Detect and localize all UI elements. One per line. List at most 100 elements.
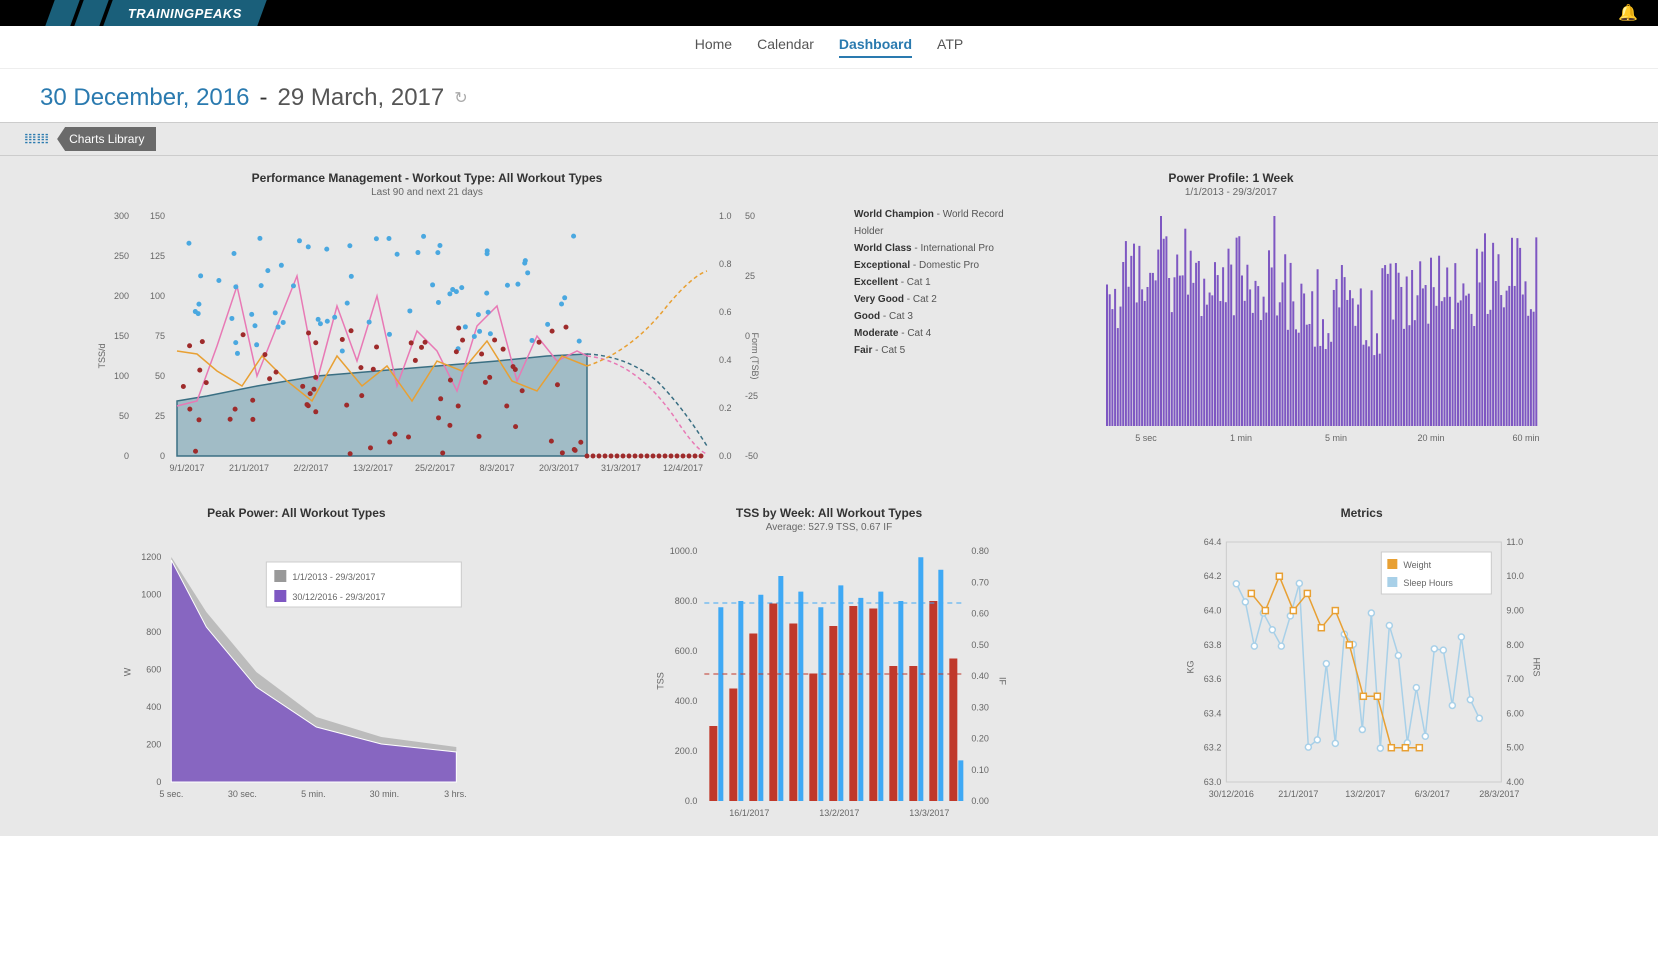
svg-text:-50: -50 [745, 451, 758, 461]
svg-text:21/1/2017: 21/1/2017 [1279, 789, 1319, 799]
svg-text:63.0: 63.0 [1204, 777, 1222, 787]
svg-text:TSS/d: TSS/d [97, 343, 107, 368]
notifications-icon[interactable]: 🔔 [1618, 3, 1638, 23]
chart-view-icon[interactable]: 𝍖𝍖 [24, 131, 49, 147]
date-start[interactable]: 30 December, 2016 [40, 84, 249, 112]
svg-text:800: 800 [146, 627, 161, 637]
svg-text:400.0: 400.0 [674, 696, 697, 706]
logo-text: TRAININGPEAKS [128, 6, 242, 21]
tss-week-panel[interactable]: TSS by Week: All Workout Types Average: … [573, 506, 1086, 821]
dashboard-grid: Performance Management - Workout Type: A… [0, 156, 1658, 836]
svg-text:25: 25 [155, 411, 165, 421]
svg-text:25/2/2017: 25/2/2017 [415, 463, 455, 473]
svg-text:300: 300 [114, 211, 129, 221]
svg-text:30 min.: 30 min. [370, 789, 400, 799]
svg-text:7.00: 7.00 [1507, 674, 1525, 684]
svg-text:0.80: 0.80 [971, 546, 989, 556]
svg-text:20 min: 20 min [1417, 433, 1444, 443]
svg-text:200.0: 200.0 [674, 746, 697, 756]
svg-text:HRS: HRS [1532, 657, 1542, 676]
refresh-icon[interactable]: ↻ [454, 88, 467, 108]
svg-text:63.6: 63.6 [1204, 674, 1222, 684]
svg-text:64.0: 64.0 [1204, 606, 1222, 616]
svg-text:0.70: 0.70 [971, 577, 989, 587]
svg-text:600.0: 600.0 [674, 646, 697, 656]
svg-text:0.40: 0.40 [971, 671, 989, 681]
svg-text:150: 150 [114, 331, 129, 341]
svg-text:13/2/2017: 13/2/2017 [1346, 789, 1386, 799]
svg-text:KG: KG [1186, 660, 1196, 673]
svg-text:100: 100 [114, 371, 129, 381]
svg-text:250: 250 [114, 251, 129, 261]
svg-text:200: 200 [114, 291, 129, 301]
svg-text:TSS: TSS [655, 672, 665, 690]
svg-text:30/12/2016 - 29/3/2017: 30/12/2016 - 29/3/2017 [292, 592, 385, 602]
metrics-title: Metrics [1105, 506, 1618, 520]
svg-text:150: 150 [150, 211, 165, 221]
svg-text:Form (TSB): Form (TSB) [750, 333, 760, 380]
date-range-header: 30 December, 2016 - 29 March, 2017 ↻ [0, 69, 1658, 122]
peakpower-title: Peak Power: All Workout Types [40, 506, 553, 520]
svg-text:1/1/2013 - 29/3/2017: 1/1/2013 - 29/3/2017 [292, 572, 375, 582]
svg-text:0.8: 0.8 [719, 259, 732, 269]
svg-text:6/3/2017: 6/3/2017 [1415, 789, 1450, 799]
svg-text:IF: IF [997, 677, 1007, 686]
pmc-title: Performance Management - Workout Type: A… [40, 171, 814, 185]
logo[interactable]: TRAININGPEAKS [0, 0, 262, 26]
svg-text:5 min: 5 min [1325, 433, 1347, 443]
svg-text:20/3/2017: 20/3/2017 [539, 463, 579, 473]
svg-text:5 sec: 5 sec [1135, 433, 1157, 443]
main-nav: Home Calendar Dashboard ATP [0, 26, 1658, 69]
svg-text:12/4/2017: 12/4/2017 [663, 463, 703, 473]
svg-text:0.6: 0.6 [719, 307, 732, 317]
nav-calendar[interactable]: Calendar [757, 36, 814, 58]
svg-text:50: 50 [155, 371, 165, 381]
svg-text:63.4: 63.4 [1204, 708, 1222, 718]
svg-text:28/3/2017: 28/3/2017 [1480, 789, 1520, 799]
nav-atp[interactable]: ATP [937, 36, 963, 58]
svg-text:0.2: 0.2 [719, 403, 732, 413]
svg-text:9.00: 9.00 [1507, 606, 1525, 616]
svg-text:75: 75 [155, 331, 165, 341]
nav-home[interactable]: Home [695, 36, 732, 58]
svg-text:25: 25 [745, 271, 755, 281]
pmc-chart-panel[interactable]: Performance Management - Workout Type: A… [40, 171, 814, 486]
svg-text:-25: -25 [745, 391, 758, 401]
svg-text:6.00: 6.00 [1507, 708, 1525, 718]
metrics-panel[interactable]: Metrics 63.063.263.463.663.864.064.264.4… [1105, 506, 1618, 821]
svg-text:100: 100 [150, 291, 165, 301]
svg-text:Weight: Weight [1404, 560, 1432, 570]
nav-dashboard[interactable]: Dashboard [839, 36, 912, 58]
svg-text:4.00: 4.00 [1507, 777, 1525, 787]
svg-text:0.00: 0.00 [971, 796, 989, 806]
svg-text:0: 0 [156, 777, 161, 787]
svg-text:600: 600 [146, 665, 161, 675]
power-profile-panel[interactable]: Power Profile: 1 Week 1/1/2013 - 29/3/20… [844, 171, 1618, 486]
svg-text:125: 125 [150, 251, 165, 261]
tssweek-subtitle: Average: 527.9 TSS, 0.67 IF [573, 522, 1086, 533]
svg-text:21/1/2017: 21/1/2017 [229, 463, 269, 473]
svg-text:10.0: 10.0 [1507, 571, 1525, 581]
date-end[interactable]: 29 March, 2017 [277, 84, 444, 112]
svg-text:60 min: 60 min [1512, 433, 1539, 443]
pmc-subtitle: Last 90 and next 21 days [40, 187, 814, 198]
pp-title: Power Profile: 1 Week [844, 171, 1618, 185]
svg-text:64.2: 64.2 [1204, 571, 1222, 581]
svg-text:400: 400 [146, 702, 161, 712]
svg-text:1.0: 1.0 [719, 211, 732, 221]
svg-text:0.4: 0.4 [719, 355, 732, 365]
svg-text:0: 0 [745, 331, 750, 341]
svg-text:1000: 1000 [141, 590, 161, 600]
topbar: TRAININGPEAKS 🔔 [0, 0, 1658, 26]
svg-text:800.0: 800.0 [674, 596, 697, 606]
peak-power-panel[interactable]: Peak Power: All Workout Types 0200400600… [40, 506, 553, 821]
svg-text:0.20: 0.20 [971, 734, 989, 744]
svg-text:50: 50 [119, 411, 129, 421]
svg-text:50: 50 [745, 211, 755, 221]
svg-text:W: W [122, 667, 132, 676]
svg-text:11.0: 11.0 [1507, 537, 1524, 547]
svg-text:1000.0: 1000.0 [669, 546, 697, 556]
svg-text:13/3/2017: 13/3/2017 [909, 808, 949, 818]
pp-category-legend: World Champion - World Record HolderWorl… [844, 206, 1024, 456]
charts-library-tab[interactable]: Charts Library [57, 127, 156, 151]
